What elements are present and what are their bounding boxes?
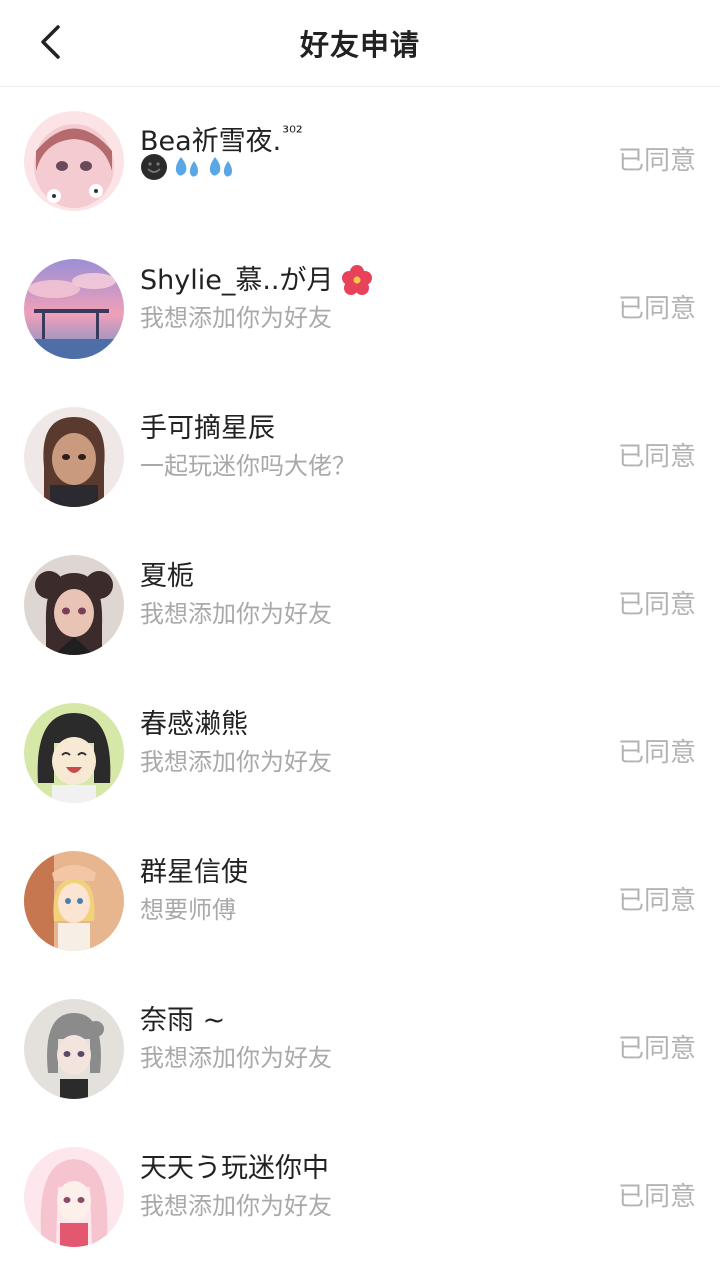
requester-name: 春感濑熊 <box>140 709 248 740</box>
request-message <box>140 153 236 190</box>
emoji-group <box>140 153 236 181</box>
request-row[interactable]: 群星信使 想要师傅 已同意 <box>0 827 720 975</box>
avatar[interactable] <box>24 703 124 803</box>
request-row[interactable]: 天天う玩迷你中 我想添加你为好友 已同意 <box>0 1123 720 1271</box>
top-bar: 好友申请 <box>0 0 720 87</box>
request-message: 我想添加你为好友 <box>140 304 332 332</box>
status-label: 已同意 <box>617 738 696 768</box>
requester-name: 夏栀 <box>140 561 194 592</box>
status-label: 已同意 <box>617 886 696 916</box>
request-message: 我想添加你为好友 <box>140 1192 332 1220</box>
request-row[interactable]: 春感濑熊 我想添加你为好友 已同意 <box>0 679 720 827</box>
avatar[interactable] <box>24 259 124 359</box>
name-superscript: ³⁰² <box>282 123 303 143</box>
request-row[interactable]: 奈雨 ~ 我想添加你为好友 已同意 <box>0 975 720 1123</box>
requester-name: 群星信使 <box>140 857 248 888</box>
sweat-drops-icon <box>175 157 198 177</box>
status-label: 已同意 <box>617 590 696 620</box>
sweat-drops-icon <box>209 157 232 177</box>
request-row[interactable]: 手可摘星辰 一起玩迷你吗大佬？ 已同意 <box>0 383 720 531</box>
page-title: 好友申请 <box>299 28 420 62</box>
chevron-left-icon <box>41 25 60 59</box>
avatar[interactable] <box>24 555 124 655</box>
requester-name: Shylie_慕..が月 <box>140 263 373 299</box>
status-label: 已同意 <box>617 294 696 324</box>
request-list: Bea祈雪夜.³⁰² 已同意 Shylie_慕..が月 我想添加你为好友 已同意… <box>0 87 720 1271</box>
request-row[interactable]: Bea祈雪夜.³⁰² 已同意 <box>0 87 720 235</box>
request-row[interactable]: 夏栀 我想添加你为好友 已同意 <box>0 531 720 679</box>
avatar[interactable] <box>24 407 124 507</box>
request-row[interactable]: Shylie_慕..が月 我想添加你为好友 已同意 <box>0 235 720 383</box>
avatar[interactable] <box>24 1147 124 1247</box>
avatar[interactable] <box>24 999 124 1099</box>
status-label: 已同意 <box>617 1182 696 1212</box>
requester-name: 手可摘星辰 <box>140 413 275 444</box>
smiling-face-icon <box>141 154 167 180</box>
status-label: 已同意 <box>617 146 696 176</box>
request-message: 我想添加你为好友 <box>140 600 332 628</box>
request-message: 我想添加你为好友 <box>140 1044 332 1072</box>
hibiscus-flower-icon <box>342 265 373 295</box>
requester-name: 奈雨 ~ <box>140 1005 226 1036</box>
request-message: 我想添加你为好友 <box>140 748 332 776</box>
back-button[interactable] <box>32 22 68 62</box>
avatar[interactable] <box>24 851 124 951</box>
request-message: 想要师傅 <box>140 896 236 924</box>
requester-name: 天天う玩迷你中 <box>140 1153 329 1184</box>
status-label: 已同意 <box>617 1034 696 1064</box>
request-message: 一起玩迷你吗大佬？ <box>140 452 356 480</box>
status-label: 已同意 <box>617 442 696 472</box>
avatar[interactable] <box>24 111 124 211</box>
